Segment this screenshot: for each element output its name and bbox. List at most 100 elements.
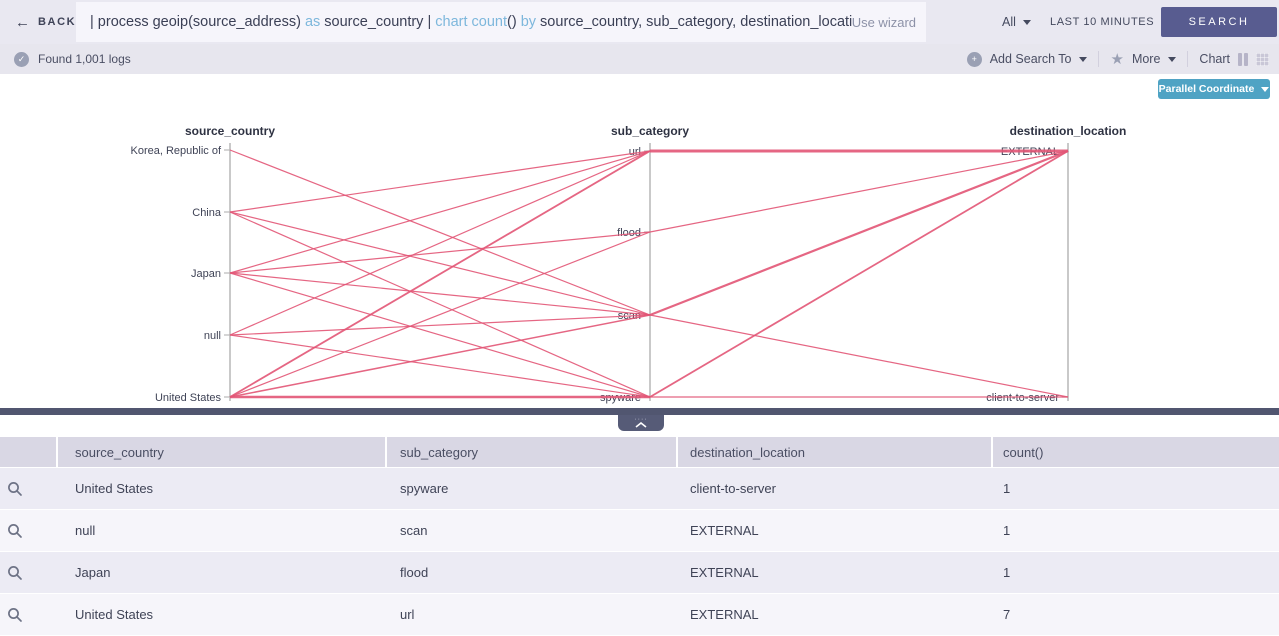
column-header-destination-location[interactable]: destination_location [678,437,991,467]
pc-link[interactable] [650,151,1068,397]
table-cell: client-to-server [676,481,991,496]
table-row: JapanfloodEXTERNAL1 [0,552,1279,593]
magnifier-icon [7,481,23,497]
column-header-count[interactable]: count() [993,437,1279,467]
table-cell: flood [385,565,676,580]
query-segment: chart count [435,14,507,30]
more-label: More [1132,52,1160,66]
search-button[interactable]: SEARCH [1161,7,1277,37]
pc-link[interactable] [230,232,650,273]
pc-link[interactable] [650,151,1068,315]
split-view-icon[interactable] [1238,53,1248,66]
more-dropdown[interactable]: ★ More [1110,52,1176,67]
query-segment: () [507,14,521,30]
use-wizard-link[interactable]: Use wizard [852,15,916,30]
time-range-value: LAST 10 MINUTES [1050,16,1154,28]
table-cell: 1 [991,523,1279,538]
query-text[interactable]: | process geoip(source_address) as sourc… [76,14,852,30]
table-row: nullscanEXTERNAL1 [0,510,1279,551]
scope-dropdown[interactable]: All [1002,0,1031,44]
pc-link[interactable] [230,335,650,397]
back-button[interactable]: ← BACK [15,0,76,44]
query-segment: source_country | [320,14,435,30]
axis-tick-label: United States [155,392,222,404]
chevron-down-icon [1079,57,1087,62]
axis-title: sub_category [611,124,689,138]
divider [1187,51,1188,67]
chevron-down-icon [1023,20,1031,25]
status-text: Found 1,001 logs [38,52,131,66]
pc-link[interactable] [230,212,650,315]
chevron-down-icon [1168,57,1176,62]
axis-title: destination_location [1010,124,1127,138]
chart-type-dropdown[interactable]: Parallel Coordinate [1158,79,1270,99]
chart-label: Chart [1199,52,1230,66]
collapse-panel-button[interactable]: ···· [618,415,664,431]
back-arrow-icon: ← [15,14,30,31]
table-row: United StatesurlEXTERNAL7 [0,594,1279,635]
add-search-to-dropdown[interactable]: + Add Search To [967,52,1088,67]
row-search-button[interactable] [0,607,56,623]
query-segment: | process geoip(source_address) [90,14,305,30]
pc-link[interactable] [650,151,1068,232]
magnifier-icon [7,523,23,539]
table-cell: EXTERNAL [676,565,991,580]
star-icon: ★ [1110,52,1123,67]
row-search-button[interactable] [0,481,56,497]
check-circle-icon: ✓ [14,52,29,67]
pc-link[interactable] [230,315,650,335]
time-range-dropdown[interactable]: LAST 10 MINUTES [1050,0,1170,44]
table-cell: Japan [56,565,385,580]
table-header-row: source_country sub_category destination_… [0,437,1279,467]
query-segment: source_country, sub_category, destinatio… [536,14,852,30]
row-search-button[interactable] [0,565,56,581]
table-cell: scan [385,523,676,538]
axis-tick-label: client-to-server [986,392,1059,404]
table-cell: spyware [385,481,676,496]
pc-link[interactable] [230,151,650,397]
query-input[interactable]: | process geoip(source_address) as sourc… [76,2,926,42]
table-cell: url [385,607,676,622]
plus-circle-icon: + [967,52,982,67]
chart-panel: Parallel Coordinate source_countryKorea,… [0,74,1279,408]
results-table: source_country sub_category destination_… [0,437,1279,636]
grid-view-icon[interactable] [1256,53,1269,66]
pc-link[interactable] [230,315,650,397]
pc-link[interactable] [230,151,650,335]
magnifier-icon [7,565,23,581]
table-cell: EXTERNAL [676,523,991,538]
column-header-source-country[interactable]: source_country [58,437,385,467]
axis-tick-label: Japan [191,268,221,280]
query-segment: by [521,14,536,30]
pc-link[interactable] [230,273,650,315]
pc-link[interactable] [230,151,650,273]
axis-tick-label: China [192,207,222,219]
parallel-coordinates-chart[interactable]: source_countryKorea, Republic ofChinaJap… [0,100,1279,408]
add-search-to-label: Add Search To [990,52,1072,66]
pc-link[interactable] [230,212,650,397]
pc-link[interactable] [230,151,650,212]
chart-type-label: Parallel Coordinate [1159,83,1255,95]
search-status: ✓ Found 1,001 logs [14,52,131,67]
chart-view-toggle: Chart [1199,52,1269,66]
pc-link[interactable] [230,150,650,315]
chevron-up-icon [635,422,647,428]
row-search-button[interactable] [0,523,56,539]
table-row: United Statesspywareclient-to-server1 [0,468,1279,509]
query-segment: as [305,14,320,30]
top-search-bar: ← BACK | process geoip(source_address) a… [0,0,1279,44]
table-cell: United States [56,607,385,622]
axis-title: source_country [185,124,275,138]
column-header-sub-category[interactable]: sub_category [387,437,676,467]
pc-link[interactable] [230,273,650,397]
scope-dropdown-value: All [1002,15,1016,29]
table-cell: 7 [991,607,1279,622]
table-cell: United States [56,481,385,496]
pc-link[interactable] [650,315,1068,397]
panel-divider[interactable] [0,408,1279,415]
result-bar: ✓ Found 1,001 logs + Add Search To ★ Mor… [0,44,1279,74]
table-cell: EXTERNAL [676,607,991,622]
pc-link[interactable] [230,232,650,397]
table-cell: 1 [991,481,1279,496]
table-body: United Statesspywareclient-to-server1nul… [0,468,1279,635]
